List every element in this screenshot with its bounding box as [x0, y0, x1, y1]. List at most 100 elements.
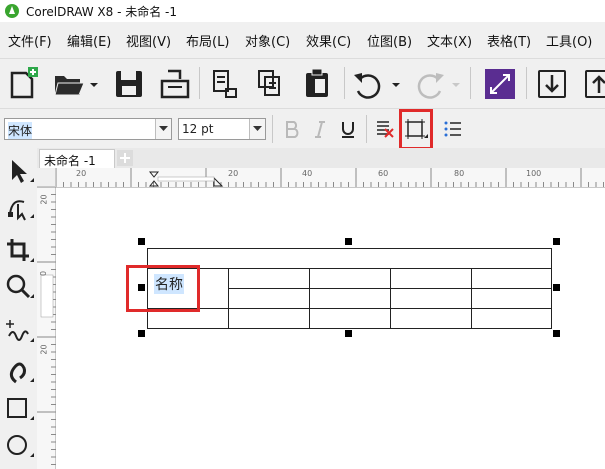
new-document-icon — [10, 67, 38, 99]
pick-tool-icon — [12, 160, 34, 183]
menu-object[interactable]: 对象(C) — [245, 31, 290, 50]
convert-curves-icon — [485, 69, 515, 99]
selection-handle[interactable] — [138, 238, 145, 245]
shape-tool[interactable] — [4, 192, 34, 222]
toolbar-separator — [272, 115, 273, 143]
bullet-list-icon[interactable] — [443, 119, 463, 139]
font-name-select[interactable]: 宋体 — [4, 118, 172, 140]
selection-handle[interactable] — [138, 330, 145, 337]
menu-bar: 文件(F) 编辑(E) 视图(V) 布局(L) 对象(C) 效果(C) 位图(B… — [0, 22, 605, 58]
clipboard-icon — [306, 68, 328, 97]
vertical-ruler[interactable]: 20 0 20 — [37, 187, 56, 469]
tab-document[interactable]: 未命名 -1 — [39, 149, 115, 168]
menu-text[interactable]: 文本(X) — [427, 31, 472, 50]
menu-layout[interactable]: 布局(L) — [186, 31, 229, 50]
undo-icon — [354, 73, 400, 99]
undo-button[interactable] — [350, 65, 402, 101]
document-tab-bar: 未命名 -1 — [37, 148, 605, 168]
pick-tool[interactable] — [4, 156, 34, 186]
horizontal-ruler-ticks — [56, 168, 604, 187]
bold-icon[interactable] — [282, 119, 302, 139]
import-icon — [213, 70, 237, 98]
open-button[interactable] — [52, 65, 100, 101]
font-name-dropdown[interactable] — [155, 119, 171, 139]
hruler-label: 20 — [228, 169, 239, 178]
new-document-button[interactable] — [6, 65, 40, 101]
drawing-canvas[interactable]: 名称 — [57, 188, 605, 469]
toolbar-separator — [526, 67, 527, 99]
coreldraw-logo-icon — [5, 4, 19, 18]
toolbox — [0, 148, 38, 469]
zoom-tool[interactable] — [4, 272, 34, 302]
underline-icon[interactable] — [338, 119, 358, 139]
redo-button[interactable] — [410, 65, 462, 101]
artistic-media-icon — [9, 362, 34, 384]
selection-handle[interactable] — [345, 330, 352, 337]
artistic-media-tool[interactable] — [4, 356, 34, 386]
hruler-label: 40 — [302, 169, 313, 178]
table-border-icon[interactable] — [404, 118, 428, 142]
export-icon — [258, 70, 280, 96]
ellipse-tool[interactable] — [4, 431, 34, 461]
font-name-value: 宋体 — [8, 122, 33, 139]
menu-effects[interactable]: 效果(C) — [306, 31, 351, 50]
toolbar-separator — [470, 67, 471, 99]
convert-button[interactable] — [483, 65, 517, 101]
ruler-corner[interactable] — [37, 168, 56, 187]
toolbar-separator — [344, 67, 345, 99]
menu-bitmaps[interactable]: 位图(B) — [367, 31, 412, 50]
vertical-ruler-ticks — [37, 187, 56, 465]
import-button[interactable] — [208, 65, 242, 101]
hruler-label: 100 — [526, 169, 542, 178]
menu-tools[interactable]: 工具(O) — [546, 31, 592, 50]
toolbar-separator — [366, 115, 367, 143]
selection-handle[interactable] — [553, 284, 560, 291]
hruler-label: 20 — [76, 169, 87, 178]
freehand-tool-icon — [6, 320, 34, 342]
standard-toolbar — [0, 58, 605, 109]
add-tab-button[interactable] — [117, 150, 133, 166]
menu-view[interactable]: 视图(V) — [126, 31, 171, 50]
shape-tool-icon — [8, 200, 34, 221]
selection-handle[interactable] — [553, 330, 560, 337]
to-back-button[interactable] — [535, 65, 569, 101]
menu-file[interactable]: 文件(F) — [8, 31, 52, 50]
plus-icon — [117, 150, 133, 166]
open-folder-icon — [54, 76, 98, 96]
font-size-value: 12 pt — [182, 122, 214, 136]
save-icon — [116, 71, 142, 97]
zoom-tool-icon — [6, 274, 34, 299]
export-button[interactable] — [255, 65, 289, 101]
menu-table[interactable]: 表格(T) — [487, 31, 531, 50]
chevron-down-icon — [159, 126, 168, 131]
horizontal-ruler[interactable]: 20 20 40 60 80 100 — [56, 168, 605, 188]
font-size-dropdown[interactable] — [249, 119, 265, 139]
property-bar: 宋体 12 pt — [0, 108, 605, 150]
vruler-label: 20 — [39, 344, 49, 355]
redo-icon — [417, 73, 460, 99]
hruler-label: 80 — [454, 169, 465, 178]
title-bar: CorelDRAW X8 - 未命名 -1 — [0, 0, 605, 22]
save-button[interactable] — [112, 65, 146, 101]
toolbar-separator — [199, 67, 200, 99]
upload-arrow-icon — [585, 70, 605, 98]
rectangle-tool[interactable] — [4, 394, 34, 424]
selection-handle[interactable] — [553, 238, 560, 245]
ellipse-tool-icon — [7, 435, 34, 457]
to-front-button[interactable] — [582, 65, 605, 101]
text-align-icon[interactable] — [375, 119, 395, 141]
menu-edit[interactable]: 编辑(E) — [67, 31, 111, 50]
italic-icon[interactable] — [310, 119, 330, 139]
crop-tool-icon — [7, 239, 34, 262]
crop-tool[interactable] — [4, 236, 34, 266]
freehand-tool[interactable] — [4, 316, 34, 346]
selection-handle[interactable] — [345, 238, 352, 245]
table-object[interactable] — [57, 188, 605, 469]
font-size-select[interactable]: 12 pt — [178, 118, 266, 140]
tab-document-label: 未命名 -1 — [44, 154, 96, 168]
window-title: CorelDRAW X8 - 未命名 -1 — [26, 5, 178, 19]
print-button[interactable] — [158, 65, 192, 101]
publish-pdf-button[interactable] — [300, 65, 334, 101]
hruler-label: 60 — [378, 169, 389, 178]
vruler-label: 20 — [39, 194, 49, 205]
